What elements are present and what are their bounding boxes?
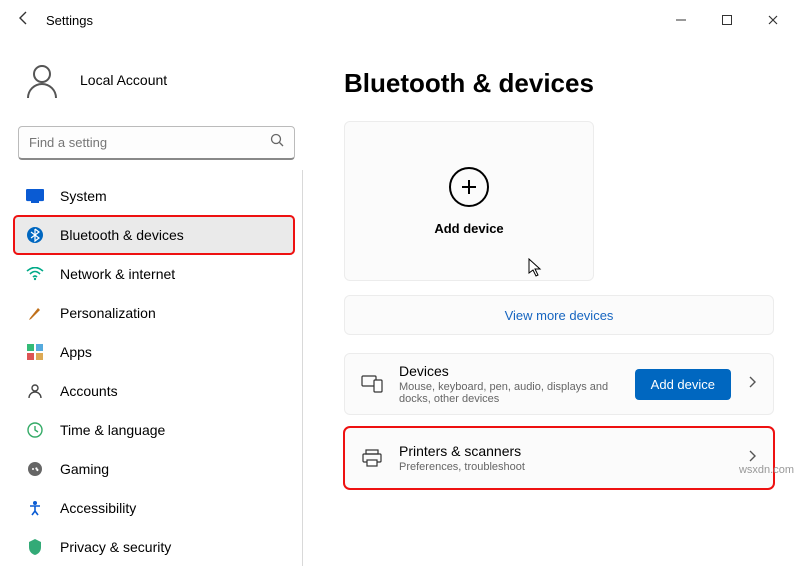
nav-privacy[interactable]: Privacy & security [14,528,294,566]
devices-icon [361,375,383,393]
search-input[interactable] [29,135,270,150]
add-device-button[interactable]: Add device [635,369,731,400]
accessibility-icon [26,500,44,516]
bluetooth-icon [26,227,44,243]
nav-personalization[interactable]: Personalization [14,294,294,332]
wifi-icon [26,267,44,281]
close-button[interactable] [750,4,796,36]
clock-icon [26,422,44,438]
maximize-button[interactable] [704,4,750,36]
nav-label: Accounts [60,383,118,399]
nav-label: Privacy & security [60,539,171,555]
search-box[interactable] [18,126,295,160]
nav-label: Network & internet [60,266,175,282]
nav-label: Personalization [60,305,156,321]
nav-label: System [60,188,107,204]
nav-list: System Bluetooth & devices Network & int… [10,170,303,566]
avatar-icon [22,60,62,100]
search-icon [270,133,284,152]
chevron-right-icon [747,375,757,394]
nav-label: Bluetooth & devices [60,227,184,243]
window-title: Settings [46,13,93,28]
nav-accounts[interactable]: Accounts [14,372,294,410]
row-subtitle: Preferences, troubleshoot [399,461,731,473]
shield-icon [26,539,44,555]
add-device-label: Add device [434,221,503,236]
sidebar: Local Account System Bluetooth & devices… [0,40,310,518]
plus-icon [449,167,489,207]
nav-system[interactable]: System [14,177,294,215]
titlebar: Settings [0,0,800,40]
nav-apps[interactable]: Apps [14,333,294,371]
row-title: Devices [399,363,619,379]
accounts-icon [26,383,44,399]
gaming-icon [26,461,44,477]
apps-icon [26,344,44,360]
view-more-label: View more devices [505,308,614,323]
row-subtitle: Mouse, keyboard, pen, audio, displays an… [399,381,619,405]
nav-label: Gaming [60,461,109,477]
page-title: Bluetooth & devices [344,68,774,99]
add-device-card[interactable]: Add device [344,121,594,281]
nav-label: Apps [60,344,92,360]
brush-icon [26,305,44,321]
minimize-button[interactable] [658,4,704,36]
watermark: wsxdn.com [739,464,794,476]
row-printers-scanners[interactable]: Printers & scanners Preferences, trouble… [344,427,774,489]
window-controls [658,4,796,36]
account-name: Local Account [80,72,167,88]
nav-time-language[interactable]: Time & language [14,411,294,449]
row-title: Printers & scanners [399,443,731,459]
account-section[interactable]: Local Account [10,50,303,120]
nav-bluetooth-devices[interactable]: Bluetooth & devices [14,216,294,254]
nav-network[interactable]: Network & internet [14,255,294,293]
nav-gaming[interactable]: Gaming [14,450,294,488]
system-icon [26,189,44,203]
row-devices[interactable]: Devices Mouse, keyboard, pen, audio, dis… [344,353,774,415]
nav-accessibility[interactable]: Accessibility [14,489,294,527]
main-panel: Bluetooth & devices Add device View more… [310,40,800,518]
nav-label: Accessibility [60,500,136,516]
nav-label: Time & language [60,422,165,438]
printer-icon [361,449,383,467]
view-more-devices[interactable]: View more devices [344,295,774,335]
back-icon[interactable] [16,10,32,31]
